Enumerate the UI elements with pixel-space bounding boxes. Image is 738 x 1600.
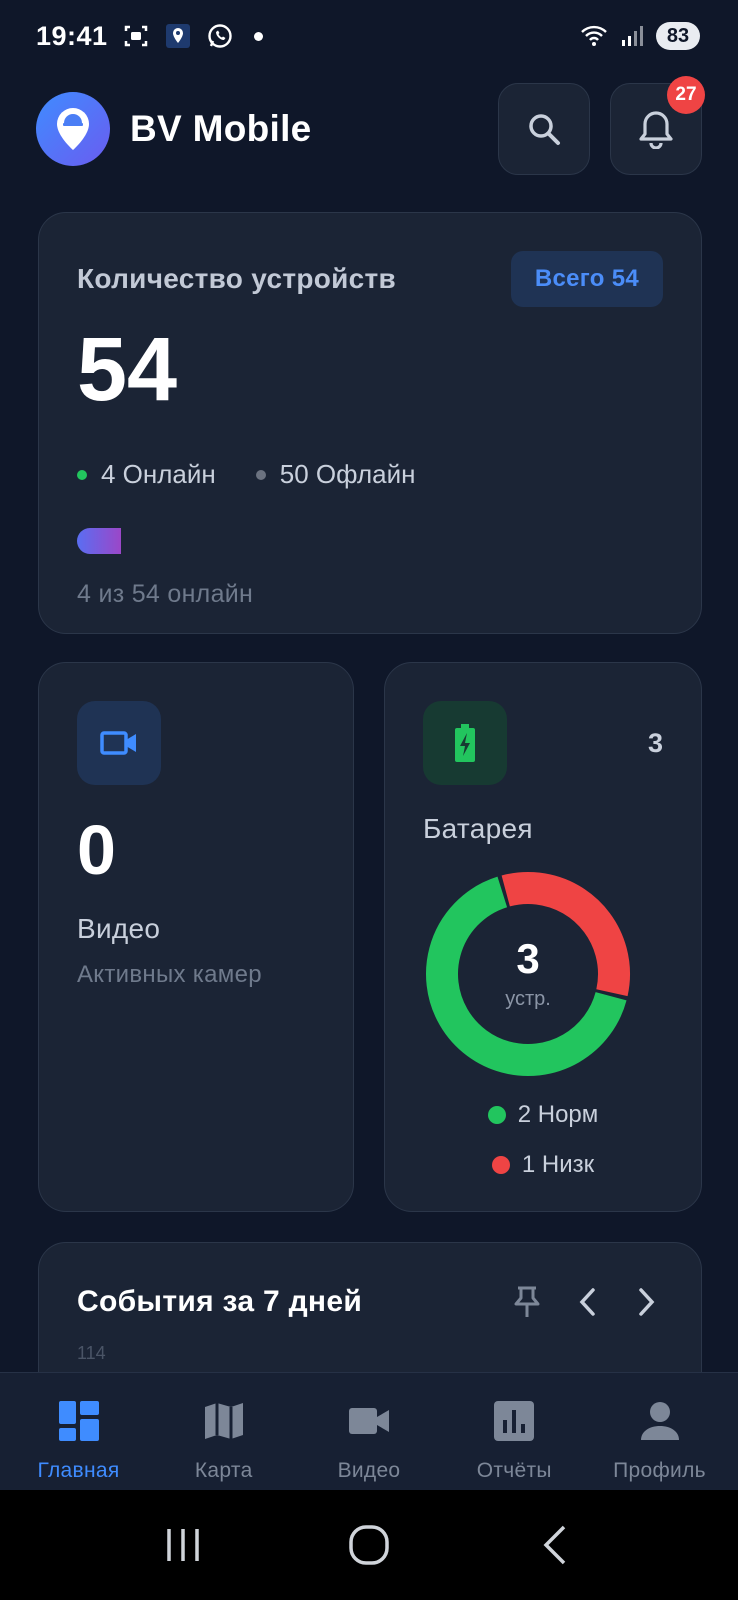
back-button[interactable] (525, 1515, 585, 1575)
legend-normal-label: 2 Норм (517, 1101, 599, 1128)
donut-value: 3 (516, 934, 540, 982)
events-actions (511, 1286, 663, 1318)
battery-charging-icon (455, 724, 475, 762)
events-axis-label: 114 (77, 1343, 106, 1363)
signal-icon (618, 22, 646, 50)
online-progress-fill (77, 528, 121, 554)
location-app-icon (164, 22, 192, 50)
devices-title: Количество устройств (77, 263, 397, 294)
prev-week-button[interactable] (571, 1286, 603, 1318)
video-subtitle: Активных камер (77, 961, 262, 988)
user-icon (636, 1397, 684, 1445)
back-chevron-icon (543, 1525, 566, 1565)
donut-unit: устр. (505, 987, 551, 1010)
donut-center: 3 устр. (423, 869, 633, 1079)
nav-item-reports[interactable]: Отчёты (442, 1373, 587, 1490)
pin-icon (514, 1286, 540, 1317)
devices-stats: 4 Онлайн 50 Офлайн (77, 459, 663, 490)
pin-button[interactable] (511, 1286, 543, 1318)
battery-tile-icon (423, 701, 507, 785)
notifications-button[interactable]: 27 (610, 76, 705, 175)
status-bar-left: 19:41 (36, 21, 263, 52)
devices-card-header: Количество устройств Всего 54 (77, 251, 663, 307)
battery-device-count: 3 (647, 727, 663, 758)
notification-count-badge: 27 (667, 76, 705, 114)
video-card[interactable]: 0 Видео Активных камер (38, 662, 354, 1212)
status-bar-right: 83 (580, 22, 700, 50)
notification-dot-icon (253, 31, 263, 41)
dashboard-icon (55, 1397, 103, 1445)
events-card-header: События за 7 дней (77, 1285, 663, 1319)
nav-label-home: Главная (37, 1459, 120, 1482)
video-tile-icon (77, 701, 161, 785)
devices-count: 54 (77, 320, 178, 420)
video-camera-icon (100, 731, 136, 755)
nav-item-map[interactable]: Карта (151, 1373, 296, 1490)
nav-label-video: Видео (337, 1459, 401, 1482)
nav-label-reports: Отчёты (476, 1459, 552, 1482)
nav-item-home[interactable]: Главная (6, 1373, 151, 1490)
nav-item-video[interactable]: Видео (297, 1373, 442, 1490)
legend-low-label: 1 Низк (521, 1151, 595, 1178)
wifi-icon (580, 22, 608, 50)
app-header: BV Mobile 27 (36, 76, 705, 176)
legend-low: 1 Низк (491, 1151, 595, 1179)
battery-donut-chart: 3 устр. (423, 869, 633, 1079)
next-week-button[interactable] (631, 1286, 663, 1318)
app-title: BV Mobile (130, 108, 312, 149)
battery-level: 83 (656, 22, 700, 50)
nav-item-profile[interactable]: Профиль (587, 1373, 732, 1490)
battery-title: Батарея (423, 813, 533, 844)
recent-apps-icon (167, 1529, 199, 1561)
battery-card-header: 3 (423, 701, 663, 785)
offline-label: 50 Офлайн (279, 459, 416, 489)
bottom-navigation: Главная Карта Видео Отчёты Профиль (0, 1372, 738, 1490)
online-label: 4 Онлайн (101, 459, 216, 489)
legend-low-dot-icon (491, 1156, 510, 1174)
home-circle-icon (349, 1525, 389, 1565)
online-progress-bar (77, 528, 665, 554)
online-caption: 4 из 54 онлайн (77, 580, 254, 608)
chevron-left-icon (579, 1288, 595, 1316)
legend-normal: 2 Норм (487, 1101, 599, 1129)
offline-dot-icon (255, 469, 266, 480)
whatsapp-icon (206, 22, 234, 50)
nav-label-profile: Профиль (613, 1459, 706, 1482)
bell-icon (639, 111, 673, 149)
battery-card[interactable]: 3 Батарея 3 устр. 2 Норм 1 Низк (384, 662, 702, 1212)
bar-chart-icon (490, 1397, 538, 1445)
battery-legend: 2 Норм 1 Низк (423, 1101, 663, 1179)
system-navigation-bar (0, 1490, 738, 1600)
video-count: 0 (77, 811, 116, 889)
map-icon (200, 1397, 248, 1445)
status-time: 19:41 (36, 20, 108, 51)
events-title: События за 7 дней (77, 1285, 363, 1318)
brand: BV Mobile (36, 92, 312, 166)
home-button[interactable] (339, 1515, 399, 1575)
header-actions: 27 (498, 76, 705, 175)
nav-label-map: Карта (194, 1459, 253, 1482)
video-nav-icon (345, 1397, 393, 1445)
search-button[interactable] (498, 83, 590, 175)
online-stat: 4 Онлайн (77, 459, 216, 490)
video-title: Видео (77, 913, 161, 944)
recent-apps-button[interactable] (153, 1515, 213, 1575)
search-icon (529, 114, 560, 145)
screenshot-icon (122, 22, 150, 50)
status-bar: 19:41 83 (0, 0, 738, 72)
total-devices-chip[interactable]: Всего 54 (510, 251, 663, 307)
devices-card[interactable]: Количество устройств Всего 54 54 4 Онлай… (38, 212, 702, 634)
legend-normal-dot-icon (487, 1106, 506, 1124)
offline-stat: 50 Офлайн (255, 459, 416, 490)
chevron-right-icon (639, 1288, 655, 1316)
app-logo-icon (36, 92, 110, 166)
online-dot-icon (77, 469, 87, 480)
